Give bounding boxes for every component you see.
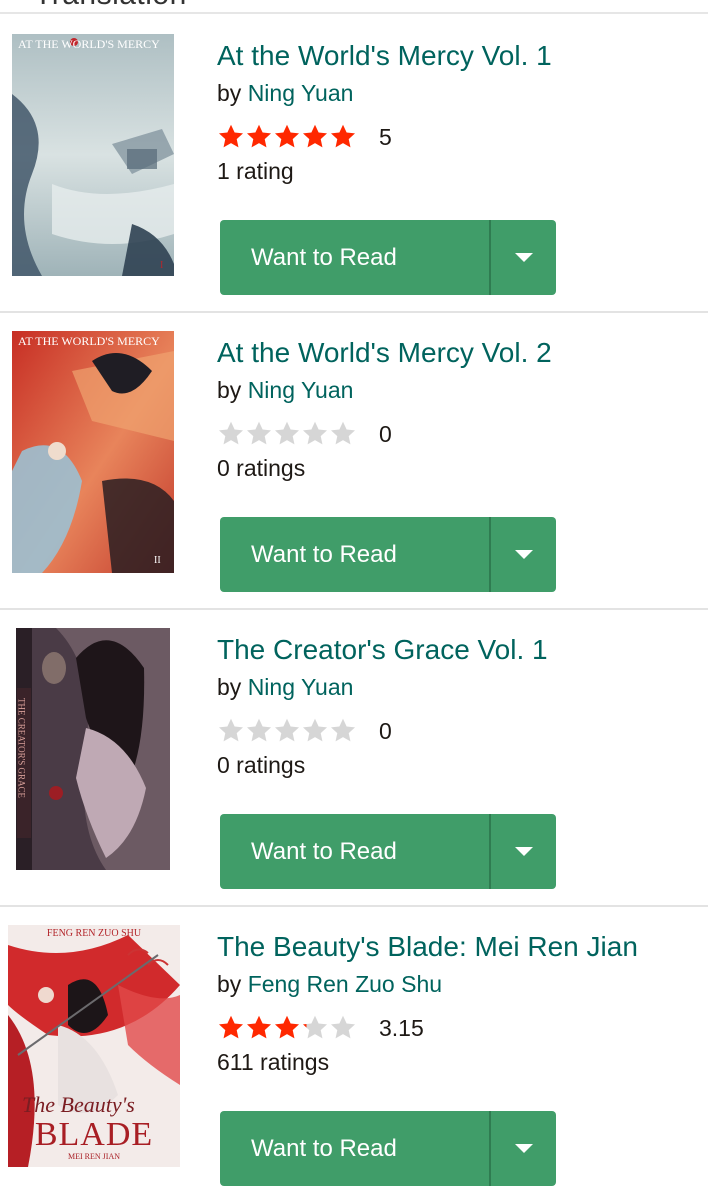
- star-icon: [274, 421, 300, 445]
- rating-line: 0: [217, 419, 697, 449]
- want-to-read-button-group: Want to Read: [220, 1111, 556, 1186]
- star-rating: [217, 123, 357, 151]
- average-rating: 5: [379, 123, 392, 150]
- star-icon: [218, 124, 244, 148]
- book-cover[interactable]: I AT THE WORLD'S MERCY: [12, 34, 174, 276]
- star-icon: [302, 718, 328, 742]
- by-label: by: [217, 377, 242, 403]
- svg-text:I: I: [160, 260, 163, 271]
- book-row: THE CREATOR'S GRACE The Creator's Grace …: [0, 610, 708, 907]
- cover-title: BLADE: [34, 1116, 154, 1153]
- star-icon: [274, 1015, 300, 1039]
- section-title: Translation: [34, 0, 187, 12]
- book-title-link[interactable]: At the World's Mercy Vol. 1: [217, 38, 697, 74]
- star-icon: [330, 718, 356, 742]
- cover-subtitle: MEI REN JIAN: [68, 1152, 120, 1161]
- average-rating: 0: [379, 420, 392, 447]
- shelf-dropdown-button[interactable]: [491, 220, 556, 295]
- caret-down-icon: [514, 1144, 533, 1153]
- want-to-read-button-group: Want to Read: [220, 814, 556, 889]
- byline: by Ning Yuan: [217, 672, 697, 702]
- by-label: by: [217, 80, 242, 106]
- cover-art-1: I: [12, 34, 174, 276]
- book-title-link[interactable]: The Creator's Grace Vol. 1: [217, 632, 697, 668]
- star-icon: [274, 124, 300, 148]
- caret-down-icon: [514, 550, 533, 559]
- book-title-link[interactable]: At the World's Mercy Vol. 2: [217, 335, 697, 371]
- want-to-read-button[interactable]: Want to Read: [220, 517, 491, 592]
- author-link[interactable]: Ning Yuan: [248, 674, 354, 700]
- star-icon: [246, 421, 272, 445]
- star-icon: [302, 124, 328, 148]
- rating-count: 0 ratings: [217, 455, 306, 481]
- caret-down-icon: [514, 253, 533, 262]
- author-link[interactable]: Ning Yuan: [248, 377, 354, 403]
- book-row: I AT THE WORLD'S MERCY At the World's Me…: [0, 16, 708, 313]
- book-row: II AT THE WORLD'S MERCY At the World's M…: [0, 313, 708, 610]
- want-to-read-button[interactable]: Want to Read: [220, 814, 491, 889]
- by-label: by: [217, 674, 242, 700]
- want-to-read-button-group: Want to Read: [220, 517, 556, 592]
- author-link[interactable]: Ning Yuan: [248, 80, 354, 106]
- star-icon: [218, 1015, 244, 1039]
- author-link[interactable]: Feng Ren Zuo Shu: [248, 971, 442, 997]
- star-icon: [246, 718, 272, 742]
- book-cover[interactable]: FENG REN ZUO SHU The Beauty's BLADE MEI …: [8, 925, 180, 1167]
- star-icon: [302, 1015, 328, 1039]
- svg-text:II: II: [154, 555, 161, 566]
- want-to-read-button[interactable]: Want to Read: [220, 220, 491, 295]
- by-label: by: [217, 971, 242, 997]
- star-rating: [217, 717, 357, 745]
- cover-script-text: The Beauty's: [22, 1092, 135, 1117]
- cover-title: AT THE WORLD'S MERCY: [18, 334, 160, 348]
- rating-line: 3.15: [217, 1013, 697, 1043]
- caret-down-icon: [514, 847, 533, 856]
- star-icon: [218, 421, 244, 445]
- star-icon: [302, 421, 328, 445]
- cover-author-text: FENG REN ZUO SHU: [46, 928, 142, 939]
- want-to-read-button-group: Want to Read: [220, 220, 556, 295]
- book-cover[interactable]: THE CREATOR'S GRACE: [16, 628, 170, 870]
- rating-line: 0: [217, 716, 697, 746]
- star-rating: [217, 420, 357, 448]
- rating-line: 5: [217, 122, 697, 152]
- star-icon: [330, 1015, 356, 1039]
- average-rating: 0: [379, 717, 392, 744]
- star-icon: [246, 1015, 272, 1039]
- book-cover[interactable]: II AT THE WORLD'S MERCY: [12, 331, 174, 573]
- cover-title: AT THE WORLD'S MERCY: [18, 37, 160, 51]
- byline: by Ning Yuan: [217, 78, 697, 108]
- byline: by Feng Ren Zuo Shu: [217, 969, 697, 999]
- average-rating: 3.15: [379, 1014, 424, 1041]
- star-rating: [217, 1014, 357, 1042]
- shelf-dropdown-button[interactable]: [491, 517, 556, 592]
- section-header: Translation: [0, 0, 708, 14]
- star-icon: [330, 124, 356, 148]
- byline: by Ning Yuan: [217, 375, 697, 405]
- star-icon: [218, 718, 244, 742]
- rating-count: 611 ratings: [217, 1049, 330, 1075]
- star-icon: [246, 124, 272, 148]
- star-icon: [274, 718, 300, 742]
- shelf-dropdown-button[interactable]: [491, 814, 556, 889]
- cover-art-2: II: [12, 331, 174, 573]
- rating-count: 0 ratings: [217, 752, 306, 778]
- rating-count: 1 rating: [217, 158, 294, 184]
- want-to-read-button[interactable]: Want to Read: [220, 1111, 491, 1186]
- book-row: FENG REN ZUO SHU The Beauty's BLADE MEI …: [0, 907, 708, 1200]
- cover-title: THE CREATOR'S GRACE: [16, 698, 27, 798]
- star-icon: [330, 421, 356, 445]
- book-title-link[interactable]: The Beauty's Blade: Mei Ren Jian: [217, 929, 697, 965]
- cover-art-3: [16, 628, 170, 870]
- shelf-dropdown-button[interactable]: [491, 1111, 556, 1186]
